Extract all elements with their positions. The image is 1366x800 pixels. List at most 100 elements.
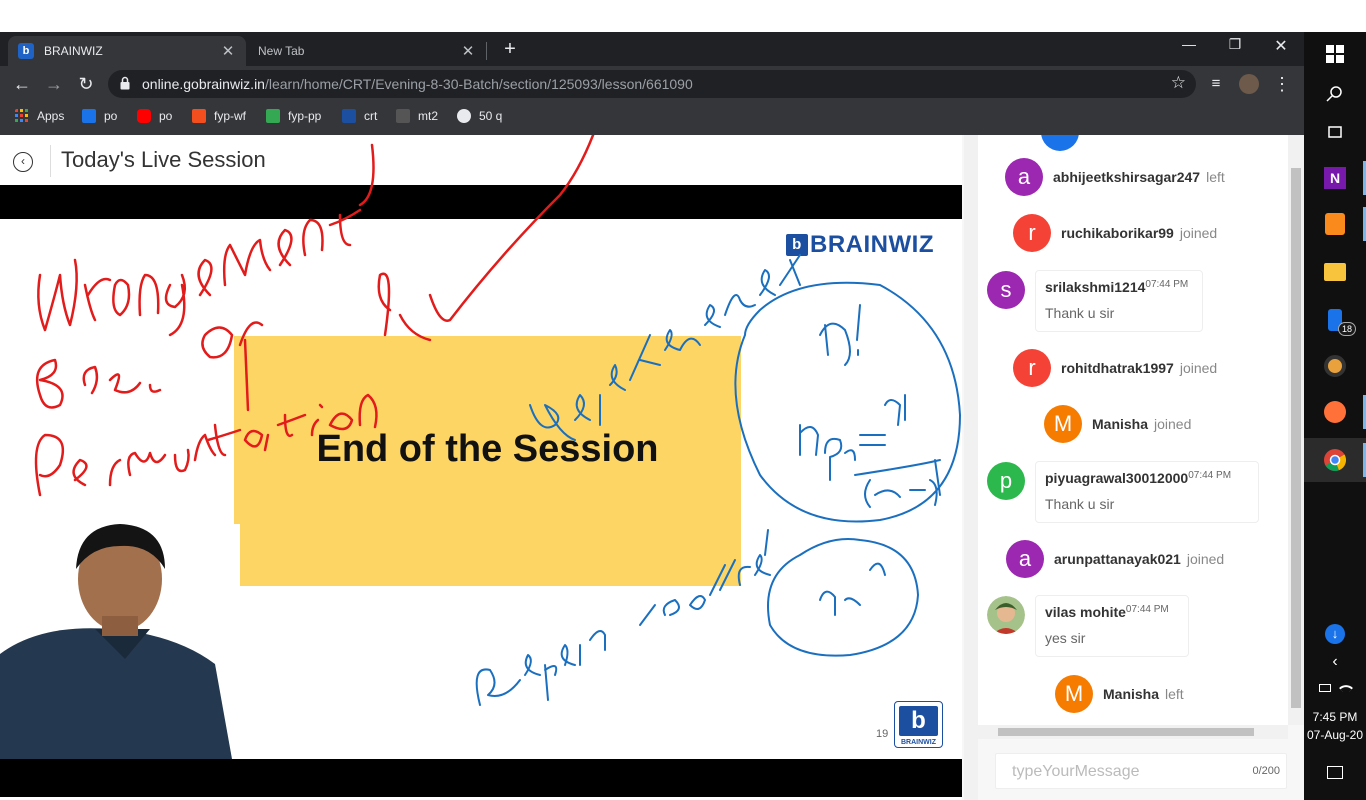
left-scrollbar[interactable]	[964, 135, 978, 800]
notification-center-icon[interactable]	[1304, 750, 1366, 794]
profile-avatar[interactable]	[1239, 74, 1259, 94]
chat-message: piyuagrawal3001200007:44 PM Thank u sir	[1035, 461, 1259, 523]
menu-dots-icon[interactable]: ⋮	[1270, 72, 1294, 96]
horizontal-scrollbar[interactable]	[978, 725, 1288, 739]
onenote-icon[interactable]: N	[1304, 156, 1366, 200]
avatar: a	[1005, 158, 1043, 196]
firefox-icon[interactable]	[1304, 390, 1366, 434]
chat-panel: a abhijeetkshirsagar247 left r ruchikabor…	[962, 135, 1304, 800]
brainwiz-corner-logo: b BRAINWIZ	[894, 701, 943, 748]
chart-icon	[266, 109, 280, 123]
windows-start-icon[interactable]	[1304, 32, 1366, 76]
brainwiz-logo-icon: b	[786, 234, 808, 256]
address-bar[interactable]: online.gobrainwiz.in/learn/home/CRT/Even…	[108, 70, 1196, 98]
task-view-icon[interactable]	[1304, 110, 1366, 154]
bookmark-po-1[interactable]: po	[82, 109, 117, 123]
restore-button[interactable]: ❐	[1212, 36, 1258, 58]
clock-time[interactable]: 7:45 PM	[1304, 710, 1366, 724]
windows-taskbar: N 18 ↓ ‹ 7:45 PM 07-Aug-20	[1304, 32, 1366, 800]
char-counter: 0/200	[1252, 765, 1280, 777]
presentation-slide: b BRAINWIZ End of the Session 19 b BRAIN…	[0, 219, 962, 759]
user-photo-avatar	[987, 596, 1025, 634]
close-window-button[interactable]: ✕	[1258, 36, 1304, 58]
chat-event: arunpattanayak021 joined	[1054, 551, 1225, 567]
bookmark-crt[interactable]: crt	[342, 109, 377, 123]
tab-title: New Tab	[258, 44, 305, 58]
youtube-icon	[137, 109, 151, 123]
url-text: online.gobrainwiz.in/learn/home/CRT/Even…	[142, 76, 693, 92]
slide-brand-text: BRAINWIZ	[810, 231, 934, 258]
session-header: ‹ Today's Live Session	[0, 135, 962, 185]
chat-message: vilas mohite07:44 PM yes sir	[1035, 595, 1189, 657]
chat-message: srilakshmi121407:44 PM Thank u sir	[1035, 270, 1203, 332]
slide-brand-logo: b BRAINWIZ	[786, 231, 934, 259]
media-queue-icon[interactable]: ≡	[1204, 72, 1228, 96]
chat-event: rohitdhatrak1997 joined	[1061, 360, 1218, 376]
video-player[interactable]: b BRAINWIZ End of the Session 19 b BRAIN…	[0, 185, 962, 797]
message-placeholder: typeYourMessage	[1012, 763, 1140, 780]
media-player-icon[interactable]	[1304, 344, 1366, 388]
bookmarks-bar: Apps po po fyp-wf fyp-pp crt mt2 50 q	[0, 102, 1304, 135]
tab-brainwiz[interactable]: b BRAINWIZ ✕	[8, 36, 246, 66]
back-circle-icon[interactable]: ‹	[13, 152, 33, 172]
new-tab-button[interactable]: +	[498, 38, 522, 61]
brainwiz-logo-mark: b	[899, 706, 938, 736]
browser-toolbar: ← → ↻ online.gobrainwiz.in/learn/home/CR…	[0, 66, 1304, 102]
chat-scrollbar-thumb[interactable]	[1291, 168, 1301, 708]
chrome-icon[interactable]	[1304, 438, 1366, 482]
avatar: M	[1044, 405, 1082, 443]
forward-arrow-icon[interactable]: →	[42, 72, 66, 96]
page-content: ‹ Today's Live Session b BRAINWIZ End of…	[0, 135, 962, 800]
horizontal-scrollbar-thumb[interactable]	[998, 728, 1254, 736]
sublime-text-icon[interactable]	[1304, 202, 1366, 246]
brainwiz-icon	[342, 109, 356, 123]
slide-number: 19	[876, 728, 889, 740]
message-input[interactable]: typeYourMessage 0/200	[995, 753, 1287, 789]
tab-bar: b BRAINWIZ ✕ New Tab ✕ + — ❐ ✕	[0, 32, 1304, 66]
e-icon	[82, 109, 96, 123]
brainwiz-favicon-icon: b	[18, 43, 34, 59]
avatar: r	[1013, 214, 1051, 252]
file-explorer-icon[interactable]	[1304, 250, 1366, 294]
corner-logo-caption: BRAINWIZ	[901, 739, 936, 746]
avatar: p	[987, 462, 1025, 500]
bookmark-star-icon[interactable]: ☆	[1171, 73, 1186, 93]
lock-icon	[120, 76, 130, 90]
chat-event: Manisha joined	[1092, 416, 1192, 432]
chat-event: Manisha left	[1103, 686, 1184, 702]
tab-divider	[486, 42, 487, 60]
close-tab-icon[interactable]: ✕	[220, 42, 236, 60]
chat-event: abhijeetkshirsagar247 left	[1053, 169, 1225, 185]
back-arrow-icon[interactable]: ←	[10, 72, 34, 96]
clock-date[interactable]: 07-Aug-20	[1304, 728, 1366, 742]
battery-wifi-icons[interactable]	[1304, 666, 1366, 710]
close-tab-icon[interactable]: ✕	[460, 42, 476, 60]
bookmark-fyp-pp[interactable]: fyp-pp	[266, 109, 321, 123]
bookmark-50q[interactable]: 50 q	[457, 109, 502, 123]
chat-message-list[interactable]: a abhijeetkshirsagar247 left r ruchikabor…	[978, 135, 1288, 725]
avatar: M	[1055, 675, 1093, 713]
apps-grid-icon	[15, 109, 28, 122]
screen-top-strip	[0, 0, 1366, 32]
avatar: s	[987, 271, 1025, 309]
bookmark-fyp-wf[interactable]: fyp-wf	[192, 109, 246, 123]
slide-heading: End of the Session	[316, 428, 659, 470]
tab-title: BRAINWIZ	[44, 44, 103, 58]
avatar: r	[1013, 349, 1051, 387]
bookmark-po-2[interactable]: po	[137, 109, 172, 123]
reload-icon[interactable]: ↻	[74, 72, 98, 96]
minimize-button[interactable]: —	[1166, 36, 1212, 58]
cc-icon	[396, 109, 410, 123]
bookmark-mt2[interactable]: mt2	[396, 109, 438, 123]
avatar	[1041, 135, 1079, 151]
tab-new-tab[interactable]: New Tab ✕	[248, 36, 486, 66]
avatar: a	[1006, 540, 1044, 578]
phone-app-icon[interactable]: 18	[1304, 298, 1366, 342]
bookmark-apps[interactable]: Apps	[15, 109, 64, 123]
url-host: online.gobrainwiz.in	[142, 76, 265, 92]
header-divider	[50, 145, 51, 177]
figma-icon	[192, 109, 206, 123]
chat-event: ruchikaborikar99 joined	[1061, 225, 1218, 241]
globe-icon	[457, 109, 471, 123]
browser-chrome: b BRAINWIZ ✕ New Tab ✕ + — ❐ ✕ ← → ↻ onl…	[0, 32, 1304, 135]
